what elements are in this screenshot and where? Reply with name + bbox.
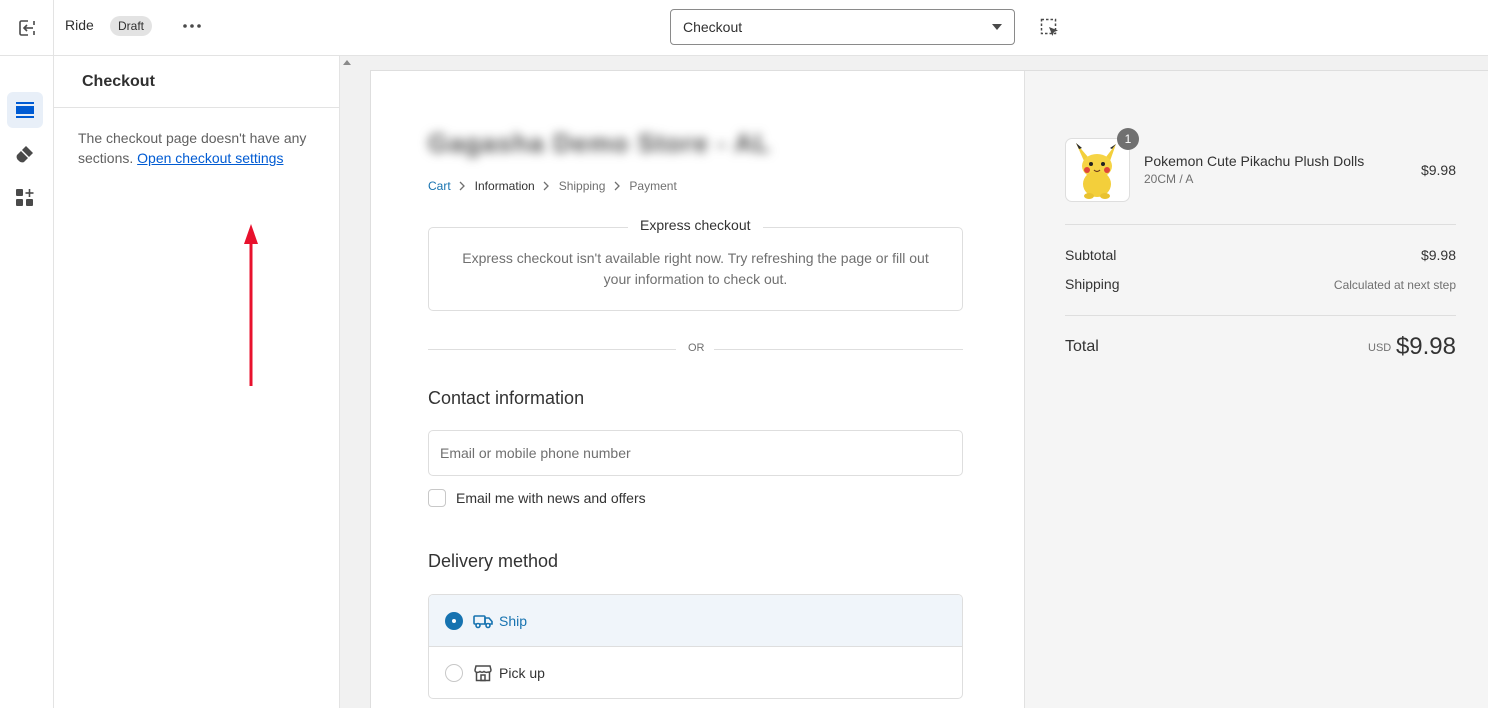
delivery-options: Ship Pick up (428, 594, 963, 699)
scroll-up-arrow[interactable] (343, 60, 351, 65)
subtotal-label: Subtotal (1065, 247, 1117, 263)
page-selector-value: Checkout (683, 19, 743, 35)
chevron-right-icon (605, 181, 629, 191)
chevron-right-icon (451, 181, 475, 191)
pickup-label: Pick up (499, 665, 545, 681)
status-badge: Draft (110, 16, 153, 36)
contact-heading: Contact information (428, 388, 585, 408)
subtotal-value: $9.98 (1420, 247, 1456, 263)
breadcrumb: Cart Information Shipping Payment (428, 178, 677, 194)
shipping-label: Shipping (1065, 276, 1120, 292)
email-field[interactable] (428, 430, 963, 476)
theme-name: Ride (65, 17, 94, 33)
theme-settings-icon (16, 146, 33, 163)
pickup-radio[interactable] (445, 664, 463, 682)
breadcrumb-cart[interactable]: Cart (428, 178, 451, 194)
summary-divider (1065, 315, 1456, 316)
editor-topbar: Ride Draft Checkout (0, 0, 1488, 56)
newsletter-checkbox[interactable] (428, 489, 446, 507)
annotation-arrow (244, 224, 258, 386)
exit-icon (18, 20, 35, 36)
app-embeds-icon (16, 189, 34, 206)
express-checkout-title: Express checkout (628, 217, 763, 233)
ship-radio[interactable] (445, 611, 463, 630)
product-price: $9.98 (1420, 162, 1456, 178)
page-selector[interactable]: Checkout (670, 9, 1015, 45)
truck-icon (473, 611, 493, 631)
rail-item-sections[interactable] (7, 92, 43, 128)
product-variant: 20CM / A (1144, 172, 1194, 186)
open-checkout-settings-link[interactable]: Open checkout settings (137, 150, 283, 166)
store-icon (473, 663, 493, 683)
caret-down-icon (992, 24, 1002, 30)
sidebar-panel: Checkout The checkout page doesn't have … (54, 56, 340, 708)
exit-editor-button[interactable] (0, 0, 54, 56)
product-name: Pokemon Cute Pikachu Plush Dolls (1144, 153, 1365, 169)
quantity-badge: 1 (1117, 128, 1139, 150)
newsletter-label: Email me with news and offers (456, 490, 646, 506)
divider-left (428, 349, 676, 350)
inspector-button[interactable] (1036, 14, 1064, 42)
delivery-heading: Delivery method (428, 551, 559, 571)
select-element-icon (1040, 18, 1058, 36)
divider-right (714, 349, 963, 350)
express-checkout-message: Express checkout isn't available right n… (462, 250, 929, 287)
panel-title: Checkout (82, 73, 155, 90)
delivery-option-ship[interactable]: Ship (429, 595, 962, 647)
editor-rail (0, 56, 54, 708)
chevron-right-icon (535, 181, 559, 191)
sections-icon (16, 102, 34, 118)
total-value: $9.98 (1395, 333, 1456, 360)
panel-divider (54, 107, 340, 108)
delivery-option-pickup[interactable]: Pick up (429, 647, 962, 698)
total-currency: USD (1368, 342, 1392, 354)
summary-divider (1065, 224, 1456, 225)
shipping-value: Calculated at next step (1333, 278, 1456, 292)
more-actions-button[interactable] (180, 14, 204, 38)
breadcrumb-payment: Payment (629, 179, 677, 193)
total-label: Total (1065, 338, 1099, 355)
ellipsis-icon (183, 24, 201, 28)
rail-item-app-embeds[interactable] (7, 180, 43, 216)
pikachu-plush-image (1076, 143, 1116, 199)
ship-label: Ship (499, 612, 528, 629)
or-divider-label: OR (688, 342, 705, 354)
breadcrumb-shipping: Shipping (558, 179, 606, 193)
empty-state-text: The checkout page doesn't have any secti… (78, 128, 318, 168)
breadcrumb-information: Information (474, 179, 535, 193)
rail-item-theme-settings[interactable] (7, 136, 43, 172)
store-name: Gagasha Demo Store - AL (428, 128, 771, 158)
